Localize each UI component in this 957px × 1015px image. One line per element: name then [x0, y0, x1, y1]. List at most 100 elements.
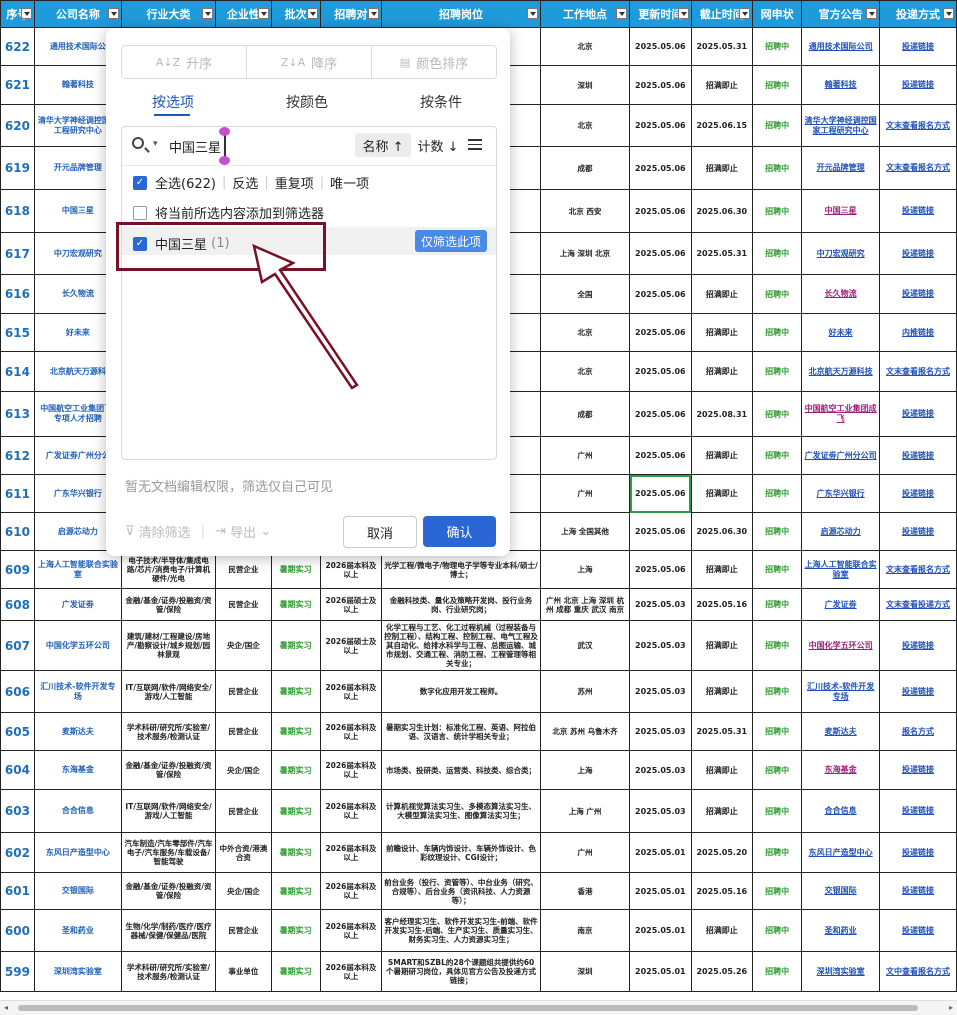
cell-location[interactable]: 深圳 — [539, 951, 631, 992]
cell-nature[interactable]: 央企/国企 — [215, 872, 272, 910]
selection-handle-top[interactable] — [219, 127, 230, 136]
cell-deadline[interactable]: 2025.06.30 — [690, 512, 754, 551]
add-to-filter-row[interactable]: 将当前所选内容添加到筛选器 — [133, 203, 324, 222]
cell-deadline[interactable]: 2025.05.31 — [690, 27, 754, 66]
cell-industry[interactable]: 金融/基金/证券/投融资/资管/保险 — [120, 750, 217, 790]
cell-target[interactable]: 2026届本科及以上 — [319, 832, 383, 873]
cell-updated[interactable]: 2025.05.06 — [629, 189, 692, 233]
cell-deadline[interactable]: 2025.05.16 — [690, 872, 754, 910]
cell-notice[interactable]: 通用技术国际公司 — [801, 27, 881, 66]
cell-batch[interactable]: 暑期实习 — [270, 789, 321, 833]
cell-nature[interactable]: 央企/国企 — [215, 750, 272, 790]
cell-seq[interactable]: 603 — [0, 789, 35, 833]
column-header[interactable]: 网申状 — [752, 0, 803, 28]
cell-location[interactable]: 北京 — [539, 27, 631, 66]
cell-status[interactable]: 招聘中 — [752, 712, 803, 751]
cell-apply[interactable]: 投递链接 — [879, 832, 957, 873]
cell-seq[interactable]: 612 — [0, 436, 35, 475]
duplicates-option[interactable]: 重复项 — [275, 173, 314, 192]
filter-only-this-button[interactable]: 仅筛选此项 — [415, 230, 487, 252]
cell-nature[interactable]: 民营企业 — [215, 588, 272, 621]
cell-apply[interactable]: 投递链接 — [879, 789, 957, 833]
cell-seq[interactable]: 604 — [0, 750, 35, 790]
cell-deadline[interactable]: 招满即止 — [690, 750, 754, 790]
cell-deadline[interactable]: 招满即止 — [690, 550, 754, 589]
cell-deadline[interactable]: 2025.05.31 — [690, 232, 754, 275]
cell-seq[interactable]: 619 — [0, 146, 35, 190]
cell-nature[interactable]: 中外合资/港澳合资 — [215, 832, 272, 873]
filter-dropdown-icon[interactable] — [20, 8, 32, 19]
cell-target[interactable]: 2026届本科及以上 — [319, 951, 383, 992]
cell-status[interactable]: 招聘中 — [752, 951, 803, 992]
cell-deadline[interactable]: 2025.05.16 — [690, 588, 754, 621]
cell-apply[interactable]: 文末查看报名方式 — [879, 351, 957, 392]
cell-apply[interactable]: 投递链接 — [879, 436, 957, 475]
cell-apply[interactable]: 投递链接 — [879, 474, 957, 513]
cell-location[interactable]: 香港 — [539, 872, 631, 910]
sort-color-button[interactable]: ▤ 颜色排序 — [372, 46, 496, 78]
cell-updated[interactable]: 2025.05.03 — [629, 670, 692, 713]
cell-notice[interactable]: 好未来 — [801, 313, 881, 352]
cell-status[interactable]: 招聘中 — [752, 27, 803, 66]
cell-status[interactable]: 招聘中 — [752, 512, 803, 551]
cell-nature[interactable]: 民营企业 — [215, 550, 272, 589]
cell-nature[interactable]: 央企/国企 — [215, 620, 272, 671]
cell-status[interactable]: 招聘中 — [752, 391, 803, 437]
cell-seq[interactable]: 609 — [0, 550, 35, 589]
cell-industry[interactable]: 金融/基金/证券/投融资/资管/保险 — [120, 588, 217, 621]
confirm-button[interactable]: 确认 — [423, 516, 496, 547]
cell-batch[interactable]: 暑期实习 — [270, 670, 321, 713]
cell-notice[interactable]: 广发证劵 — [801, 588, 881, 621]
cell-notice[interactable]: 东海基金 — [801, 750, 881, 790]
cell-notice[interactable]: 中刀宏观研究 — [801, 232, 881, 275]
cell-apply[interactable]: 投递链接 — [879, 189, 957, 233]
search-input[interactable]: 中国三星 — [169, 137, 221, 156]
cell-status[interactable]: 招聘中 — [752, 104, 803, 147]
cell-notice[interactable]: 广东华兴银行 — [801, 474, 881, 513]
cell-batch[interactable]: 暑期实习 — [270, 588, 321, 621]
cell-seq[interactable]: 622 — [0, 27, 35, 66]
cell-company[interactable]: 广发证劵 — [33, 588, 122, 621]
cell-company[interactable]: 合合信息 — [33, 789, 122, 833]
cell-status[interactable]: 招聘中 — [752, 189, 803, 233]
cell-company[interactable]: 中国化学五环公司 — [33, 620, 122, 671]
cell-notice[interactable]: 深圳湾实验室 — [801, 951, 881, 992]
cell-apply[interactable]: 投递链接 — [879, 512, 957, 551]
cell-batch[interactable]: 暑期实习 — [270, 909, 321, 952]
cell-position[interactable]: 暑期实习生计划：标准化工程、英语、阿拉伯语、汉语言、统计学相关专业； — [381, 712, 541, 751]
column-header[interactable]: 序号 — [0, 0, 35, 28]
cell-status[interactable]: 招聘中 — [752, 789, 803, 833]
cell-status[interactable]: 招聘中 — [752, 313, 803, 352]
cell-location[interactable]: 北京 西安 — [539, 189, 631, 233]
cell-industry[interactable]: 建筑/建材/工程建设/房地产/勘察设计/城乡规划/园林景观 — [120, 620, 217, 671]
cell-nature[interactable]: 民营企业 — [215, 712, 272, 751]
cell-seq[interactable]: 615 — [0, 313, 35, 352]
cell-company[interactable]: 麦斯达夫 — [33, 712, 122, 751]
cell-nature[interactable]: 民营企业 — [215, 789, 272, 833]
cell-deadline[interactable]: 招满即止 — [690, 65, 754, 105]
cell-batch[interactable]: 暑期实习 — [270, 750, 321, 790]
cell-seq[interactable]: 610 — [0, 512, 35, 551]
cell-seq[interactable]: 618 — [0, 189, 35, 233]
cell-location[interactable]: 武汉 — [539, 620, 631, 671]
cell-seq[interactable]: 611 — [0, 474, 35, 513]
select-all-label[interactable]: 全选(622) — [155, 173, 216, 192]
cell-location[interactable]: 深圳 — [539, 65, 631, 105]
cell-notice[interactable]: 开元品牌管理 — [801, 146, 881, 190]
cell-position[interactable]: 金融科技类、量化及策略开发岗、投行业务岗、行业研究岗； — [381, 588, 541, 621]
horizontal-scrollbar[interactable]: ◂ ▸ — [0, 1000, 957, 1015]
cell-location[interactable]: 上海 — [539, 750, 631, 790]
cell-apply[interactable]: 文末查看报名方式 — [879, 104, 957, 147]
cell-updated[interactable]: 2025.05.01 — [629, 951, 692, 992]
cell-apply[interactable]: 文末查看报名方式 — [879, 550, 957, 589]
cell-location[interactable]: 全国 — [539, 274, 631, 314]
cell-status[interactable]: 招聘中 — [752, 832, 803, 873]
column-header[interactable]: 官方公告 — [801, 0, 881, 28]
cell-updated[interactable]: 2025.05.06 — [629, 232, 692, 275]
cell-location[interactable]: 广州 — [539, 832, 631, 873]
chevron-down-icon[interactable]: ▾ — [153, 139, 158, 149]
sort-desc-button[interactable]: Z↓A 降序 — [247, 46, 372, 78]
cell-updated[interactable]: 2025.05.06 — [629, 104, 692, 147]
cell-company[interactable]: 深圳湾实验室 — [33, 951, 122, 992]
cell-deadline[interactable]: 招满即止 — [690, 670, 754, 713]
